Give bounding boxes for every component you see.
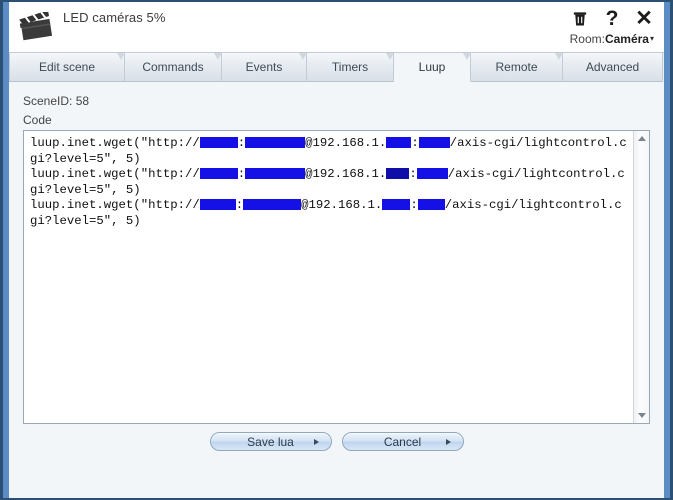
chevron-down-icon: ▾ [649, 34, 654, 43]
tab-commands[interactable]: Commands [125, 53, 222, 82]
redaction-block [386, 137, 412, 148]
redaction-block [199, 168, 238, 180]
tab-label: Commands [142, 60, 204, 74]
window-controls: ? ✕ [570, 6, 654, 30]
tab-events[interactable]: Events [222, 53, 307, 82]
save-lua-label: Save lua [247, 435, 294, 449]
scene-id-label: SceneID: 58 [23, 94, 90, 108]
save-lua-button[interactable]: Save lua [209, 432, 332, 451]
redaction-block [199, 199, 236, 211]
luup-panel: SceneID: 58 Code luup.inet.wget("http://… [9, 82, 664, 498]
code-editor[interactable]: luup.inet.wget("http://: @192.168.1.:/axi… [23, 130, 650, 424]
action-buttons: Save lua Cancel [9, 432, 664, 451]
tab-advanced[interactable]: Advanced [563, 53, 663, 82]
cancel-button[interactable]: Cancel [341, 432, 464, 451]
redaction-block [386, 168, 410, 180]
code-text[interactable]: luup.inet.wget("http://: @192.168.1.:/axi… [24, 131, 633, 423]
code-text-segment: : [409, 167, 417, 182]
trash-icon[interactable] [570, 6, 590, 30]
code-text-segment: luup.inet.wget("http:// [30, 198, 200, 213]
code-text-segment: luup.inet.wget("http:// [30, 167, 200, 182]
tab-divider-notch [214, 53, 222, 60]
code-text-segment: @192.168.1. [301, 198, 383, 213]
tab-timers[interactable]: Timers [307, 53, 394, 82]
tab-edit-scene[interactable]: Edit scene [9, 53, 125, 82]
redaction-block [243, 199, 302, 211]
vera-scene-window: LED caméras 5% ? ✕ Room:Caméra▾ Edit sce… [0, 0, 673, 500]
redaction-block [418, 137, 450, 148]
room-value: Caméra [604, 32, 649, 46]
tab-divider-notch [117, 53, 125, 60]
tab-divider-notch [299, 53, 307, 60]
cancel-label: Cancel [383, 435, 422, 449]
code-text-segment: : [411, 136, 419, 150]
tab-divider-notch [386, 53, 394, 60]
tab-label: Events [245, 60, 283, 74]
redaction-block [382, 199, 411, 211]
code-line: luup.inet.wget("http://: @192.168.1.:/axi… [30, 136, 629, 167]
window-titlebar: LED caméras 5% ? ✕ Room:Caméra▾ [9, 2, 664, 52]
arrow-right-icon [445, 439, 451, 445]
tab-label: Edit scene [38, 60, 96, 74]
tab-divider-notch [463, 53, 471, 60]
scroll-up-icon[interactable] [634, 131, 649, 146]
code-text-segment: @192.168.1. [305, 136, 387, 150]
page-title: LED caméras 5% [63, 10, 166, 25]
redaction-block [416, 168, 448, 180]
arrow-right-icon [313, 439, 319, 445]
tab-divider-notch [555, 53, 563, 60]
code-field-label: Code [23, 113, 52, 127]
code-text-segment: : [237, 136, 246, 150]
code-text-segment: @192.168.1. [305, 167, 387, 182]
close-x-icon[interactable]: ✕ [634, 6, 654, 30]
code-text-segment: : [235, 198, 244, 213]
code-text-segment: : [410, 198, 418, 213]
clapperboard-icon [17, 10, 57, 44]
room-selector[interactable]: Room:Caméra▾ [570, 32, 654, 46]
tab-label: Advanced [585, 60, 640, 74]
tab-label: Luup [418, 60, 446, 74]
redaction-block [245, 137, 306, 148]
redaction-block [417, 199, 445, 211]
code-line: luup.inet.wget("http://: @192.168.1.:/axi… [30, 167, 629, 198]
scroll-down-icon[interactable] [634, 408, 649, 423]
tab-label: Timers [331, 60, 369, 74]
tab-luup[interactable]: Luup [394, 53, 471, 82]
code-line: luup.inet.wget("http://: @192.168.1.:/axi… [30, 198, 629, 229]
tab-bar: Edit scene Commands Events Timers Luup Remote… [9, 52, 664, 82]
tab-label: Remote [495, 60, 538, 74]
code-text-segment: : [237, 167, 246, 182]
window-right-strip [664, 2, 670, 498]
code-scrollbar[interactable] [633, 131, 649, 423]
code-text-segment: luup.inet.wget("http:// [30, 136, 200, 150]
help-question-icon[interactable]: ? [602, 6, 622, 30]
room-label: Room: [569, 32, 605, 46]
redaction-block [245, 168, 306, 180]
redaction-block [199, 137, 238, 148]
tab-remote[interactable]: Remote [471, 53, 563, 82]
